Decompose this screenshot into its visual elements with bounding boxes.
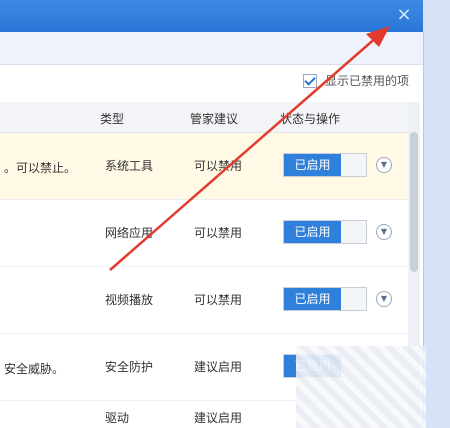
status-enabled-label: 已启用 [284,154,341,176]
row-description: 。可以禁止。 [4,161,77,175]
header-recommend: 管家建议 [190,112,239,126]
row-recommend: 可以禁用 [194,159,243,173]
table-header: 类型 管家建议 状态与操作 [0,102,408,133]
row-description: 安全威胁。 [4,362,65,376]
obscured-region [296,346,426,428]
status-enabled-label: 已启用 [284,221,341,243]
chevron-down-icon[interactable]: ▼ [376,224,392,240]
scrollbar-thumb[interactable] [410,132,418,272]
chevron-down-icon[interactable]: ▼ [376,291,392,307]
row-type: 视频播放 [105,293,154,307]
row-recommend: 建议启用 [194,360,243,374]
row-type: 驱动 [105,411,130,425]
status-toggle[interactable]: 已启用 [283,153,367,177]
show-disabled-label: 显示已禁用的项 [324,74,409,88]
status-enabled-label: 已启用 [284,288,341,310]
toolbar [0,32,423,65]
close-icon[interactable]: × [393,4,415,26]
header-status: 状态与操作 [280,112,341,126]
row-type: 网络应用 [105,226,154,240]
row-type: 系统工具 [105,159,154,173]
status-toggle[interactable]: 已启用 [283,287,367,311]
row-type: 安全防护 [105,360,154,374]
title-bar: × [0,0,423,32]
status-toggle[interactable]: 已启用 [283,220,367,244]
row-recommend: 可以禁用 [194,226,243,240]
header-type: 类型 [100,112,125,126]
table-row[interactable]: 。可以禁止。 系统工具 可以禁用 已启用 ▼ [0,133,408,200]
show-disabled-checkbox[interactable] [302,73,317,88]
chevron-down-icon[interactable]: ▼ [376,157,392,173]
row-recommend: 建议启用 [194,411,243,425]
table-row[interactable]: 视频播放 可以禁用 已启用 ▼ [0,267,408,334]
row-recommend: 可以禁用 [194,293,243,307]
table-row[interactable]: 网络应用 可以禁用 已启用 ▼ [0,200,408,267]
show-disabled-filter[interactable]: 显示已禁用的项 [302,72,409,89]
